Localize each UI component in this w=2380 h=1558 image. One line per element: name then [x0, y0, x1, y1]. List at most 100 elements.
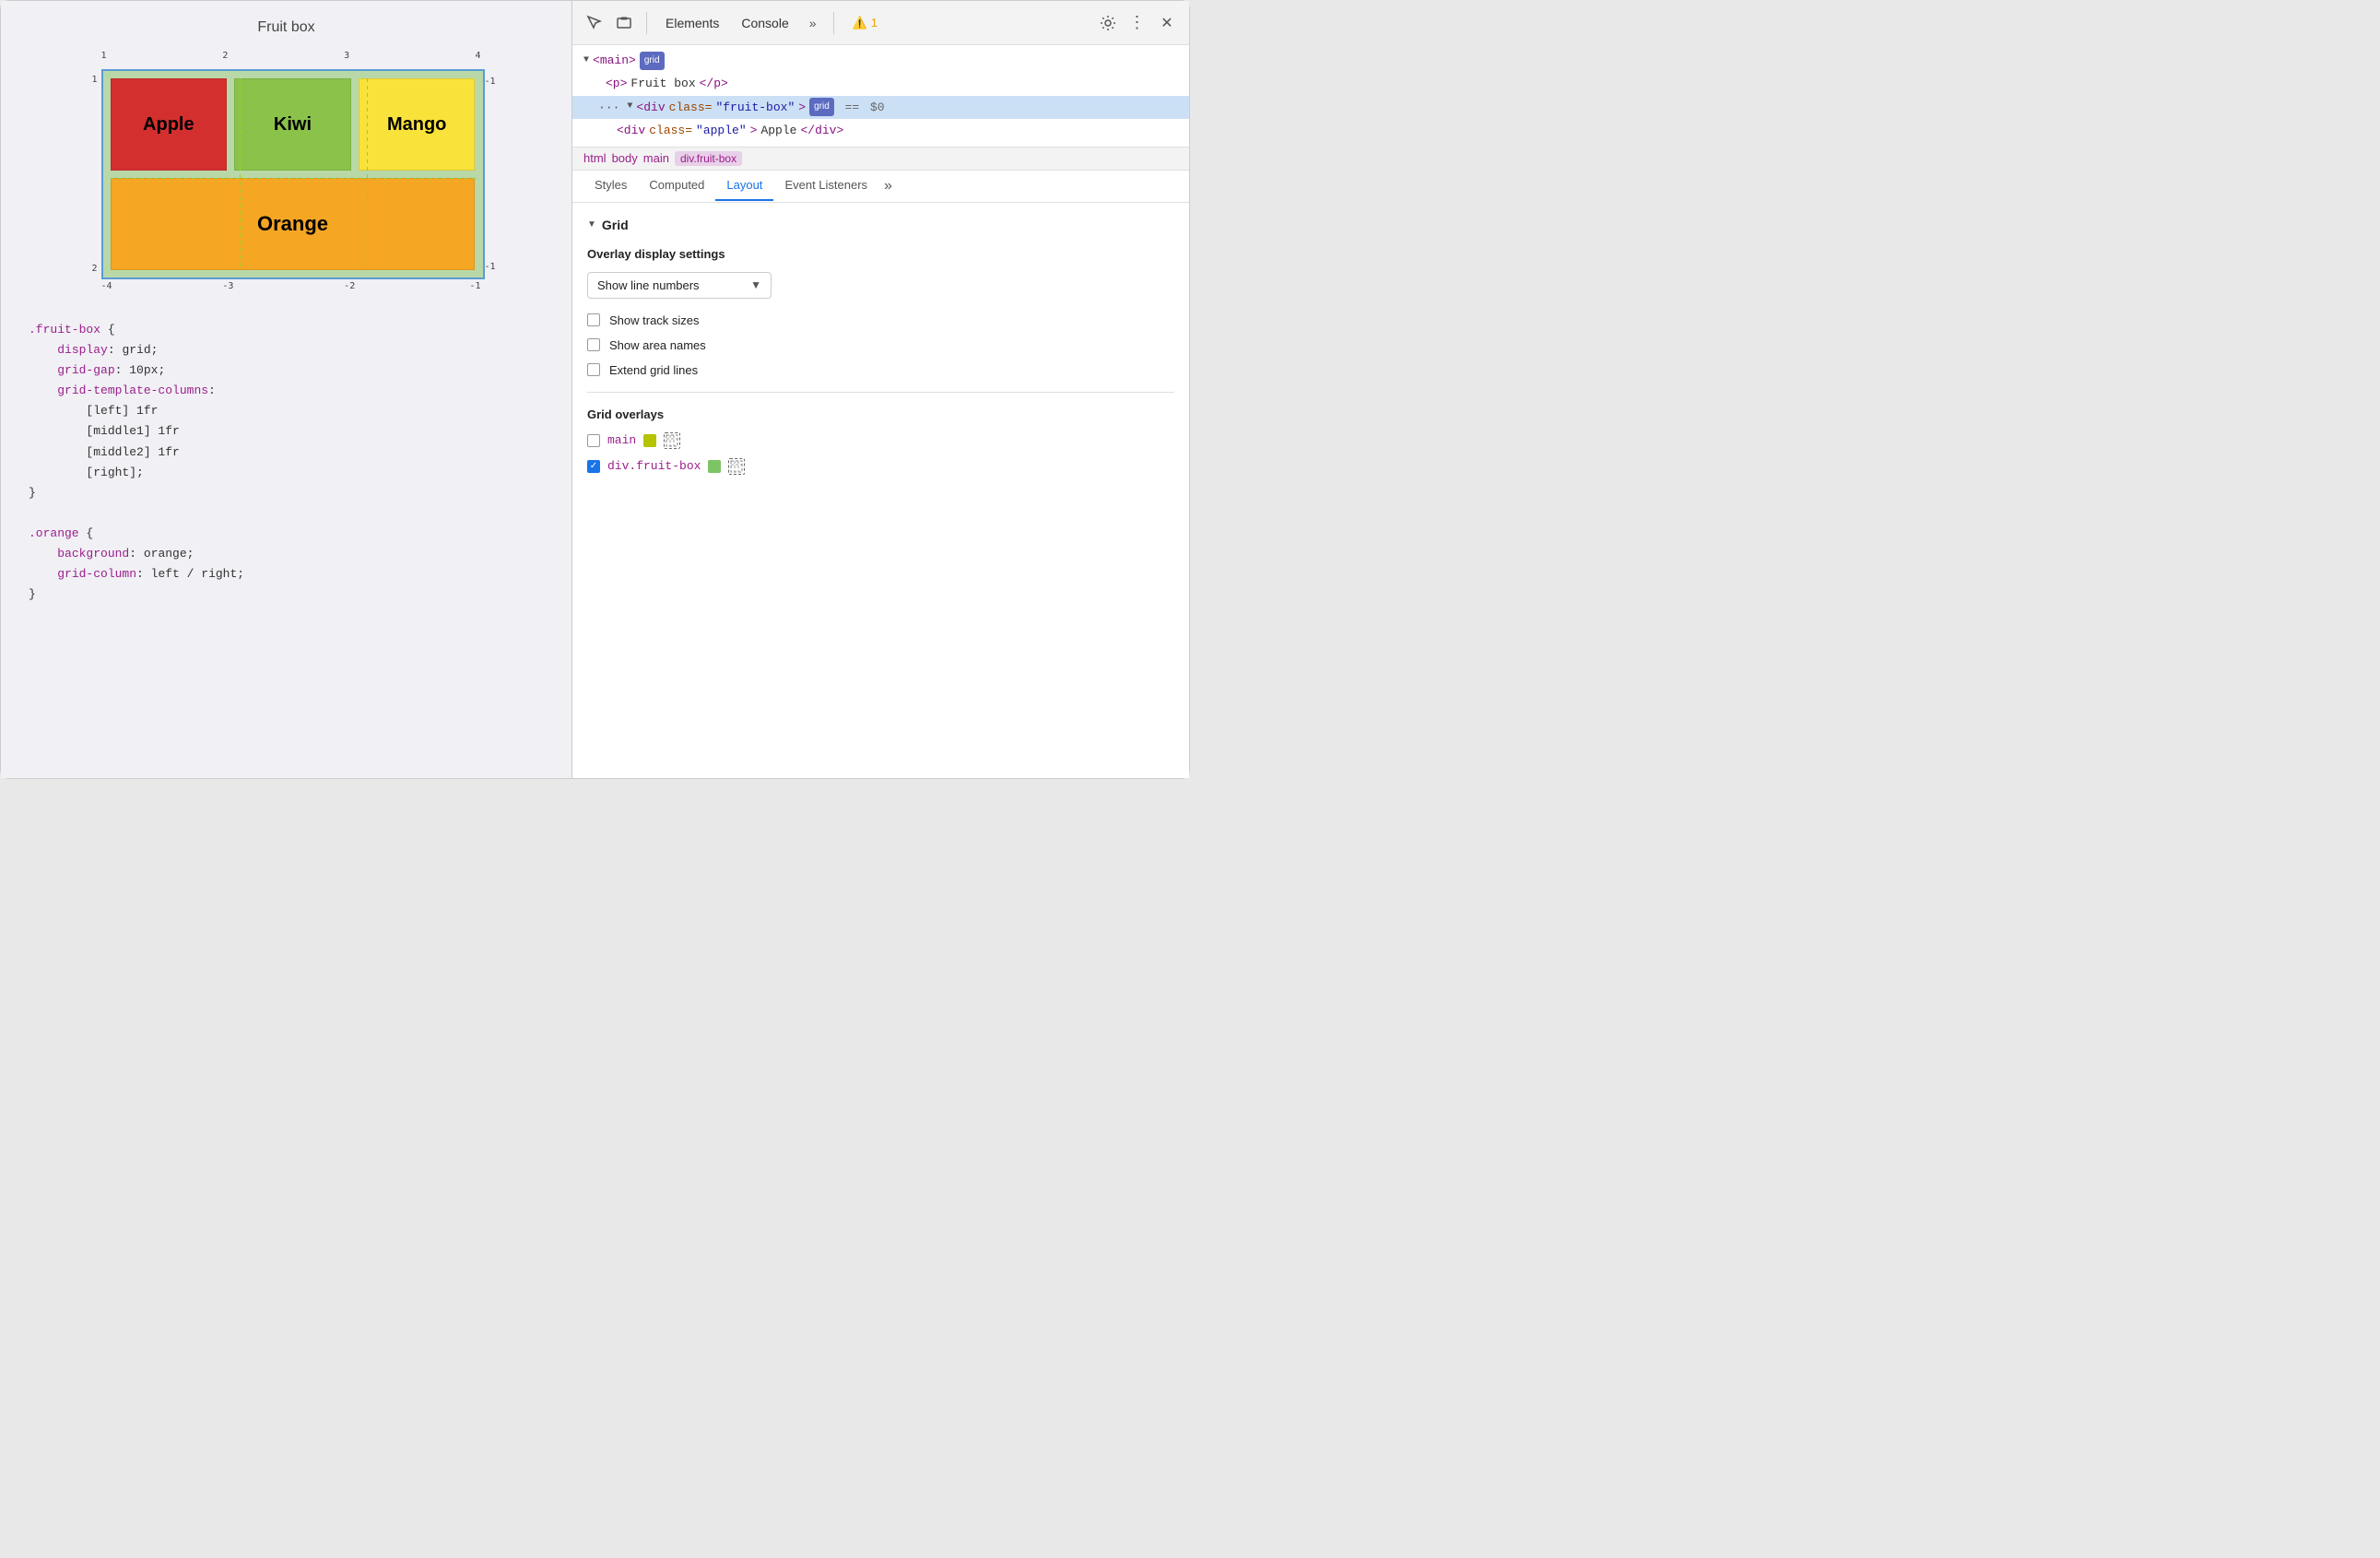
cell-orange: Orange	[111, 178, 476, 270]
tag-div-open: <div	[636, 97, 665, 118]
code-section: .fruit-box { display: grid; grid-gap: 10…	[19, 320, 553, 605]
triangle-icon: ▼	[587, 219, 596, 230]
tag-p: <p>	[606, 73, 627, 94]
cell-mango: Mango	[359, 78, 476, 171]
show-track-sizes-row: Show track sizes	[587, 313, 1174, 327]
code-line: [right];	[29, 463, 544, 483]
show-track-sizes-checkbox[interactable]	[587, 313, 600, 326]
fruitbox-color-swatch[interactable]	[708, 460, 721, 473]
tab-layout[interactable]: Layout	[715, 171, 773, 201]
equals-sign: ==	[838, 97, 866, 118]
grid-num-bot-neg4: -4	[101, 281, 112, 291]
attr-class-apple: class=	[649, 120, 692, 141]
expand-arrow-2[interactable]: ▼	[627, 99, 632, 115]
grid-num-left-1: 1	[92, 75, 98, 85]
show-area-names-row: Show area names	[587, 338, 1174, 352]
cell-apple: Apple	[111, 78, 228, 171]
dropdown-arrow-icon: ▼	[750, 278, 761, 291]
expand-arrow[interactable]: ▼	[583, 53, 589, 69]
grid-num-top-4: 4	[475, 51, 480, 61]
warning-icon: ⚠️	[853, 16, 867, 30]
device-icon[interactable]	[613, 12, 635, 34]
grid-section-title: Grid	[602, 218, 629, 232]
code-line: background: orange;	[29, 544, 544, 564]
tab-styles[interactable]: Styles	[583, 171, 638, 201]
breadcrumb-active-div[interactable]: div.fruit-box	[675, 151, 742, 166]
tab-computed[interactable]: Computed	[638, 171, 715, 201]
p-text: Fruit box	[630, 73, 695, 94]
show-track-sizes-label: Show track sizes	[609, 313, 700, 327]
tag-div-apple-bracket: >	[750, 120, 758, 141]
layout-content: ▼ Grid Overlay display settings Show lin…	[572, 203, 1189, 778]
tree-line-main[interactable]: ▼ <main> grid	[572, 49, 1189, 72]
section-divider	[587, 392, 1174, 393]
breadcrumb-body[interactable]: body	[612, 151, 638, 165]
code-line: grid-template-columns:	[29, 381, 544, 401]
extend-grid-lines-checkbox[interactable]	[587, 363, 600, 376]
show-area-names-label: Show area names	[609, 338, 706, 352]
show-area-names-checkbox[interactable]	[587, 338, 600, 351]
inspect-icon[interactable]	[583, 12, 606, 34]
tree-line-p[interactable]: <p>Fruit box</p>	[572, 72, 1189, 95]
tab-elements[interactable]: Elements	[658, 12, 726, 34]
tab-console[interactable]: Console	[734, 12, 795, 34]
attr-value-apple: "apple"	[696, 120, 747, 141]
code-line: .fruit-box {	[29, 320, 544, 340]
close-icon[interactable]: ✕	[1156, 12, 1178, 34]
tag-main: <main>	[593, 50, 636, 71]
grid-badge-main: grid	[640, 52, 665, 70]
overlay-divfruitbox-checkbox[interactable]: ✓	[587, 460, 600, 473]
grid-num-bot-neg2: -2	[344, 281, 355, 291]
overlay-main-label: main	[607, 433, 636, 447]
grid-badge-div: grid	[809, 98, 834, 116]
more-options-icon[interactable]: ⋮	[1126, 12, 1149, 34]
tree-line-div-apple[interactable]: <div class="apple">Apple</div>	[572, 119, 1189, 142]
code-line: [left] 1fr	[29, 401, 544, 421]
cell-kiwi: Kiwi	[234, 78, 351, 171]
overlay-main-checkbox[interactable]	[587, 434, 600, 447]
tag-p-close: </p>	[700, 73, 728, 94]
grid-overlays-title: Grid overlays	[587, 407, 1174, 421]
grid-num-left-2: 2	[92, 264, 98, 274]
dollar-zero: $0	[870, 97, 885, 118]
code-line: }	[29, 483, 544, 503]
code-line: [middle1] 1fr	[29, 421, 544, 442]
grid-num-top-1: 1	[101, 51, 107, 61]
panel-title: Fruit box	[257, 19, 314, 36]
dropdown-label: Show line numbers	[597, 278, 700, 292]
ellipsis-button[interactable]: ···	[595, 97, 623, 118]
fruitbox-grid-icon[interactable]	[728, 458, 745, 475]
grid-num-top-3: 3	[344, 51, 349, 61]
grid-section-header[interactable]: ▼ Grid	[587, 218, 1174, 232]
grid-num-bot-neg3: -3	[222, 281, 233, 291]
tag-div-close-bracket: >	[798, 97, 806, 118]
html-tree: ▼ <main> grid <p>Fruit box</p> ··· ▼ <di…	[572, 45, 1189, 148]
toolbar-divider-2	[833, 12, 834, 34]
code-line: .orange {	[29, 524, 544, 544]
code-line: grid-gap: 10px;	[29, 360, 544, 381]
warning-badge[interactable]: ⚠️ 1	[853, 16, 878, 30]
settings-icon[interactable]	[1097, 12, 1119, 34]
left-panel: Fruit box 1 2 3 4 1 2 -1 -1 Apple Kiwi	[1, 1, 572, 778]
grid-num-right-neg1-bot: -1	[484, 262, 495, 272]
apple-text: Apple	[760, 120, 796, 141]
more-tabs-button[interactable]: »	[804, 14, 822, 32]
grid-num-right-neg1-top: -1	[484, 77, 495, 87]
grid-visualization: 1 2 3 4 1 2 -1 -1 Apple Kiwi Mango Orang…	[88, 51, 485, 298]
overlay-divfruitbox-row: ✓ div.fruit-box	[587, 458, 1174, 475]
overlay-settings-title: Overlay display settings	[587, 247, 1174, 261]
tab-event-listeners[interactable]: Event Listeners	[773, 171, 878, 201]
devtools-toolbar: Elements Console » ⚠️ 1 ⋮ ✕	[572, 1, 1189, 45]
overlay-main-row: main	[587, 432, 1174, 449]
line-numbers-dropdown[interactable]: Show line numbers ▼	[587, 272, 772, 299]
code-line: grid-column: left / right;	[29, 564, 544, 584]
main-grid-icon[interactable]	[664, 432, 680, 449]
breadcrumb-html[interactable]: html	[583, 151, 607, 165]
tree-line-div-fruit-box[interactable]: ··· ▼ <div class="fruit-box"> grid == $0	[572, 96, 1189, 119]
more-panel-tabs[interactable]: »	[878, 171, 898, 202]
extend-grid-lines-row: Extend grid lines	[587, 363, 1174, 377]
main-color-swatch[interactable]	[643, 434, 656, 447]
breadcrumb-main[interactable]: main	[643, 151, 669, 165]
breadcrumb: html body main div.fruit-box	[572, 148, 1189, 171]
toolbar-divider	[646, 12, 647, 34]
